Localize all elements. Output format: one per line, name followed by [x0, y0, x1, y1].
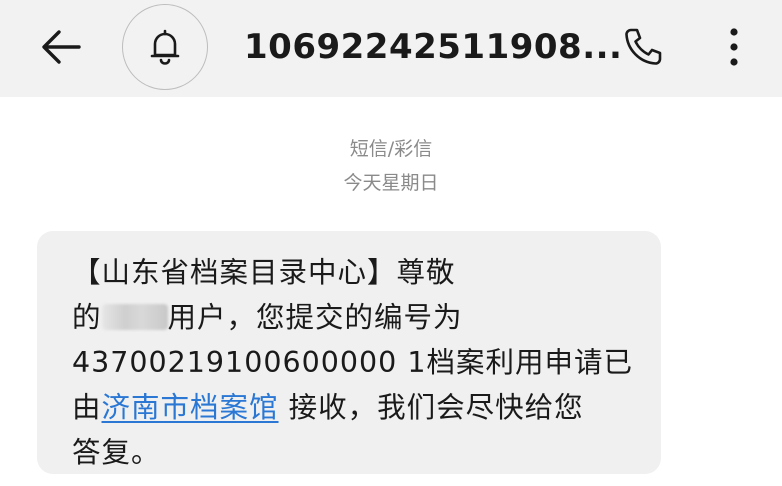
archive-link[interactable]: 济南市档案馆	[102, 391, 279, 424]
message-line: 答复。	[72, 436, 161, 469]
back-button[interactable]	[36, 26, 86, 68]
phone-icon	[625, 28, 662, 65]
bell-icon	[150, 29, 180, 65]
call-button[interactable]	[618, 22, 668, 72]
date-label: 今天星期日	[343, 172, 439, 194]
message-type-label: 短信/彩信	[349, 138, 433, 160]
message-text-fragment: 由	[72, 391, 102, 424]
application-number-text: 43700219100600000 1档案利用申请已	[72, 346, 633, 379]
top-app-bar: 10692242511908...	[0, 0, 782, 97]
more-vertical-icon	[730, 28, 738, 66]
message-text: 【山东省档案目录中心】尊敬 的 用户，您提交的编号为 43700219100600…	[72, 250, 632, 475]
message-line: 由济南市档案馆 接收，我们会尽快给您	[72, 385, 632, 430]
more-options-button[interactable]	[714, 22, 754, 72]
message-line: 43700219100600000 1档案利用申请已	[72, 340, 632, 385]
message-text-fragment: 的	[72, 301, 102, 334]
contact-title[interactable]: 10692242511908...	[244, 24, 622, 70]
message-text-fragment: 用户，您提交的编号为	[167, 301, 463, 334]
message-line: 【山东省档案目录中心】尊敬	[72, 256, 456, 289]
arrow-left-icon	[42, 30, 81, 64]
notification-toggle-button[interactable]	[122, 4, 208, 90]
message-line: 的 用户，您提交的编号为	[72, 295, 632, 340]
message-text-fragment: 接收，我们会尽快给您	[278, 391, 584, 424]
redacted-username	[101, 304, 168, 330]
